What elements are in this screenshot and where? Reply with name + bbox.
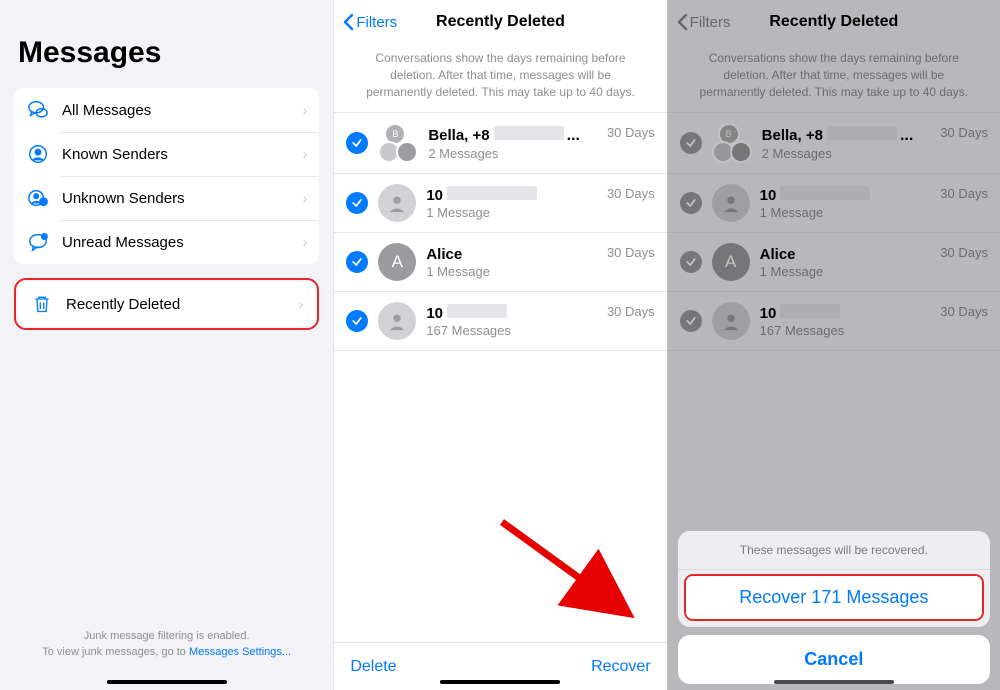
info-text: Conversations show the days remaining be… [334, 44, 666, 112]
recover-button[interactable]: Recover [591, 658, 651, 676]
chevron-right-icon: › [303, 146, 308, 162]
home-indicator[interactable] [774, 680, 894, 684]
days-remaining: 30 Days [607, 125, 655, 140]
footer-note: Junk message filtering is enabled. To vi… [0, 629, 333, 660]
conversation-subtitle: 1 Message [426, 205, 601, 220]
redacted-text [447, 186, 537, 200]
filter-unknown-senders[interactable]: ? Unknown Senders › [14, 176, 319, 220]
filter-recently-deleted[interactable]: Recently Deleted › [18, 282, 315, 326]
recently-deleted-actionsheet-pane: Filters Recently Deleted Conversations s… [667, 0, 1000, 690]
group-avatar-icon: B [378, 123, 418, 163]
filter-known-senders[interactable]: Known Senders › [14, 132, 319, 176]
svg-text:?: ? [42, 200, 45, 206]
filter-list: All Messages › Known Senders › ? Unknown… [14, 88, 319, 264]
filter-label: Recently Deleted [66, 296, 299, 313]
filter-label: All Messages [62, 102, 303, 119]
filter-label: Unknown Senders [62, 190, 303, 207]
person-question-icon: ? [26, 186, 50, 210]
selected-check-icon[interactable] [346, 310, 368, 332]
cancel-button[interactable]: Cancel [678, 635, 990, 684]
filter-all-messages[interactable]: All Messages › [14, 88, 319, 132]
letter-avatar-icon: A [378, 243, 416, 281]
selected-check-icon[interactable] [346, 192, 368, 214]
selected-check-icon[interactable] [346, 132, 368, 154]
nav-bar: Filters Recently Deleted [334, 0, 666, 44]
filter-unread-messages[interactable]: Unread Messages › [14, 220, 319, 264]
chat-badge-icon [26, 230, 50, 254]
conversation-subtitle: 167 Messages [426, 323, 601, 338]
conversation-subtitle: 2 Messages [428, 146, 601, 161]
home-indicator[interactable] [440, 680, 560, 684]
back-button[interactable]: Filters [342, 13, 397, 31]
recently-deleted-pane: Filters Recently Deleted Conversations s… [333, 0, 666, 690]
page-title: Messages [18, 36, 319, 70]
conversation-name: 10 [426, 187, 443, 204]
conversation-row[interactable]: 10 167 Messages 30 Days [334, 292, 666, 351]
person-circle-icon [26, 142, 50, 166]
conversation-list: B Bella, +8... 2 Messages 30 Days 10 1 M… [334, 112, 666, 351]
days-remaining: 30 Days [607, 186, 655, 201]
highlight-annotation: Recover 171 Messages [684, 574, 984, 621]
annotation-arrow-icon [494, 514, 654, 634]
chevron-right-icon: › [303, 190, 308, 206]
chevron-right-icon: › [303, 102, 308, 118]
days-remaining: 30 Days [607, 245, 655, 260]
chevron-left-icon [342, 13, 354, 31]
days-remaining: 30 Days [607, 304, 655, 319]
chat-bubble-icon [26, 98, 50, 122]
redacted-text [494, 126, 564, 140]
action-sheet-label: These messages will be recovered. [678, 531, 990, 570]
messages-filter-pane: Messages All Messages › Known Senders › … [0, 0, 333, 690]
highlight-annotation: Recently Deleted › [14, 278, 319, 330]
trash-icon [30, 292, 54, 316]
action-sheet: These messages will be recovered. Recove… [678, 531, 990, 684]
chevron-right-icon: › [299, 296, 304, 312]
redacted-text [447, 304, 507, 318]
conversation-name: Alice [426, 246, 462, 263]
messages-settings-link[interactable]: Messages Settings... [189, 646, 291, 658]
filter-label: Unread Messages [62, 234, 303, 251]
home-indicator[interactable] [107, 680, 227, 684]
filter-label: Known Senders [62, 146, 303, 163]
person-avatar-icon [378, 302, 416, 340]
chevron-right-icon: › [303, 234, 308, 250]
recover-messages-button[interactable]: Recover 171 Messages [686, 576, 982, 619]
selected-check-icon[interactable] [346, 251, 368, 273]
conversation-row[interactable]: 10 1 Message 30 Days [334, 174, 666, 233]
conversation-row[interactable]: B Bella, +8... 2 Messages 30 Days [334, 113, 666, 174]
delete-button[interactable]: Delete [350, 658, 396, 676]
conversation-name: Bella, +8 [428, 127, 489, 144]
conversation-subtitle: 1 Message [426, 264, 601, 279]
conversation-name: 10 [426, 305, 443, 322]
conversation-row[interactable]: A Alice 1 Message 30 Days [334, 233, 666, 292]
person-avatar-icon [378, 184, 416, 222]
nav-title: Recently Deleted [436, 13, 565, 31]
